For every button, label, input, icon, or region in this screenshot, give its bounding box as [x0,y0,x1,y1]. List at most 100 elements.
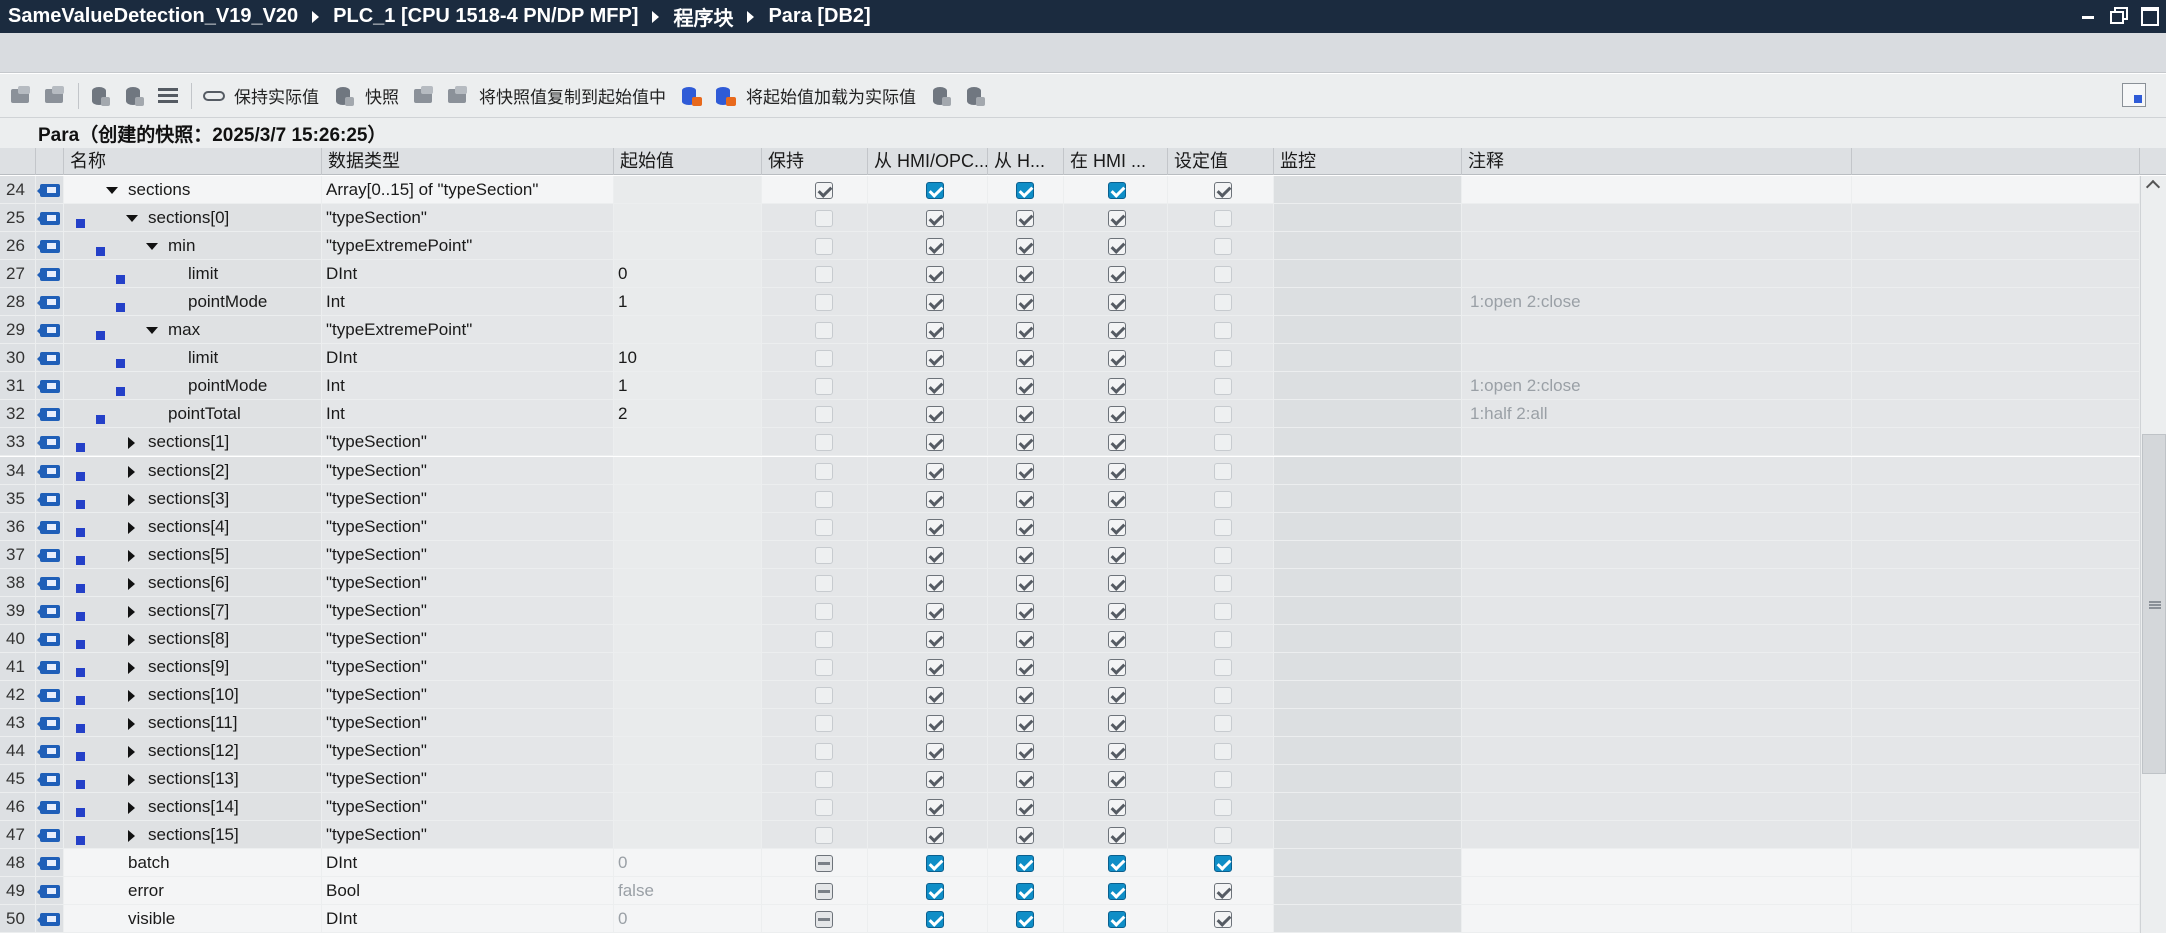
hmi-opc-checkbox[interactable] [926,883,944,901]
comment-cell[interactable]: 1:open 2:close [1462,372,1852,401]
retain-checkbox[interactable] [815,294,833,312]
hmi-visible-checkbox[interactable] [1108,630,1126,648]
table-row[interactable]: 35 sections[3] "typeSection" [0,484,2166,513]
breadcrumb-project[interactable]: SameValueDetection_V19_V20 [8,5,298,28]
table-row[interactable]: 36 sections[4] "typeSection" [0,512,2166,541]
datatype-cell[interactable]: Int [322,400,614,429]
copy-snapshot-all-icon[interactable] [712,83,738,109]
datatype-cell[interactable]: "typeSection" [322,484,614,513]
expand-triangle-icon[interactable] [128,465,135,478]
comment-cell[interactable] [1462,204,1852,233]
hmi-visible-checkbox[interactable] [1108,658,1126,676]
name-cell[interactable]: sections[7] [64,596,322,625]
hmi-access-checkbox[interactable] [1016,714,1034,732]
comment-cell[interactable] [1462,765,1852,794]
setpoint-checkbox[interactable] [1214,911,1232,929]
collapse-all-icon[interactable] [121,83,147,109]
header-monitor[interactable]: 监控 [1274,148,1462,175]
retain-checkbox[interactable] [815,658,833,676]
table-row[interactable]: 46 sections[14] "typeSection" [0,793,2166,822]
hmi-visible-checkbox[interactable] [1108,462,1126,480]
datatype-cell[interactable]: Int [322,372,614,401]
collapse-triangle-icon[interactable] [146,243,158,251]
hmi-access-checkbox[interactable] [1016,294,1034,312]
retain-checkbox[interactable] [815,855,833,873]
start-value-cell[interactable] [614,540,762,569]
expand-triangle-icon[interactable] [128,521,135,534]
table-row[interactable]: 42 sections[10] "typeSection" [0,680,2166,709]
hmi-opc-checkbox[interactable] [926,630,944,648]
hmi-visible-checkbox[interactable] [1108,602,1126,620]
datatype-cell[interactable]: "typeSection" [322,821,614,850]
name-cell[interactable]: sections[10] [64,680,322,709]
start-value-cell[interactable]: false [614,877,762,906]
hmi-opc-checkbox[interactable] [926,546,944,564]
setpoint-checkbox[interactable] [1214,350,1232,368]
retain-checkbox[interactable] [815,602,833,620]
comment-cell[interactable] [1462,456,1852,485]
hmi-opc-checkbox[interactable] [926,350,944,368]
hmi-access-checkbox[interactable] [1016,574,1034,592]
name-cell[interactable]: sections[14] [64,793,322,822]
hmi-access-checkbox[interactable] [1016,686,1034,704]
table-row[interactable]: 41 sections[9] "typeSection" [0,652,2166,681]
datatype-cell[interactable]: "typeSection" [322,456,614,485]
name-cell[interactable]: limit [64,260,322,289]
hmi-visible-checkbox[interactable] [1108,574,1126,592]
table-row[interactable]: 30 limit DInt 10 [0,344,2166,373]
start-value-cell[interactable] [614,232,762,261]
keep-actual-db-icon[interactable] [331,83,357,109]
copy-snapshot-icon[interactable] [678,83,704,109]
insert-row-icon[interactable] [8,83,34,109]
datatype-cell[interactable]: "typeSection" [322,624,614,653]
hmi-access-checkbox[interactable] [1016,490,1034,508]
setpoint-checkbox[interactable] [1214,266,1232,284]
hmi-opc-checkbox[interactable] [926,827,944,845]
datatype-cell[interactable]: "typeSection" [322,652,614,681]
hmi-access-checkbox[interactable] [1016,911,1034,929]
start-value-cell[interactable] [614,765,762,794]
hmi-visible-checkbox[interactable] [1108,827,1126,845]
comment-cell[interactable] [1462,905,1852,933]
setpoint-checkbox[interactable] [1214,434,1232,452]
name-cell[interactable]: pointMode [64,288,322,317]
hmi-access-checkbox[interactable] [1016,883,1034,901]
name-cell[interactable]: max [64,316,322,345]
hmi-visible-checkbox[interactable] [1108,911,1126,929]
hmi-access-checkbox[interactable] [1016,434,1034,452]
hmi-access-checkbox[interactable] [1016,350,1034,368]
hmi-access-checkbox[interactable] [1016,378,1034,396]
hmi-visible-checkbox[interactable] [1108,743,1126,760]
table-row[interactable]: 34 sections[2] "typeSection" [0,456,2166,485]
setpoint-checkbox[interactable] [1214,827,1232,845]
table-row[interactable]: 32 pointTotal Int 2 1:half 2:all [0,400,2166,429]
comment-cell[interactable] [1462,260,1852,289]
hmi-visible-checkbox[interactable] [1108,210,1126,228]
hmi-opc-checkbox[interactable] [926,294,944,312]
hmi-opc-checkbox[interactable] [926,378,944,396]
start-value-cell[interactable] [614,428,762,457]
name-cell[interactable]: min [64,232,322,261]
retain-checkbox[interactable] [815,182,833,199]
scroll-up-icon[interactable] [2145,179,2161,195]
setpoint-checkbox[interactable] [1214,294,1232,312]
hmi-opc-checkbox[interactable] [926,714,944,732]
comment-cell[interactable] [1462,652,1852,681]
comment-cell[interactable] [1462,316,1852,345]
header-hmi-opc[interactable]: 从 HMI/OPC... [868,148,988,175]
datatype-cell[interactable]: "typeSection" [322,540,614,569]
retain-checkbox[interactable] [815,462,833,480]
retain-checkbox[interactable] [815,350,833,368]
hmi-access-checkbox[interactable] [1016,518,1034,536]
hmi-opc-checkbox[interactable] [926,406,944,424]
expand-triangle-icon[interactable] [128,549,135,562]
load-start-all-icon[interactable] [962,83,988,109]
hmi-access-checkbox[interactable] [1016,182,1034,199]
hmi-access-checkbox[interactable] [1016,406,1034,424]
breadcrumb-db[interactable]: Para [DB2] [768,5,870,28]
hmi-visible-checkbox[interactable] [1108,883,1126,901]
retain-checkbox[interactable] [815,490,833,508]
table-row[interactable]: 25 sections[0] "typeSection" [0,204,2166,233]
datatype-cell[interactable]: "typeSection" [322,568,614,597]
retain-checkbox[interactable] [815,434,833,452]
